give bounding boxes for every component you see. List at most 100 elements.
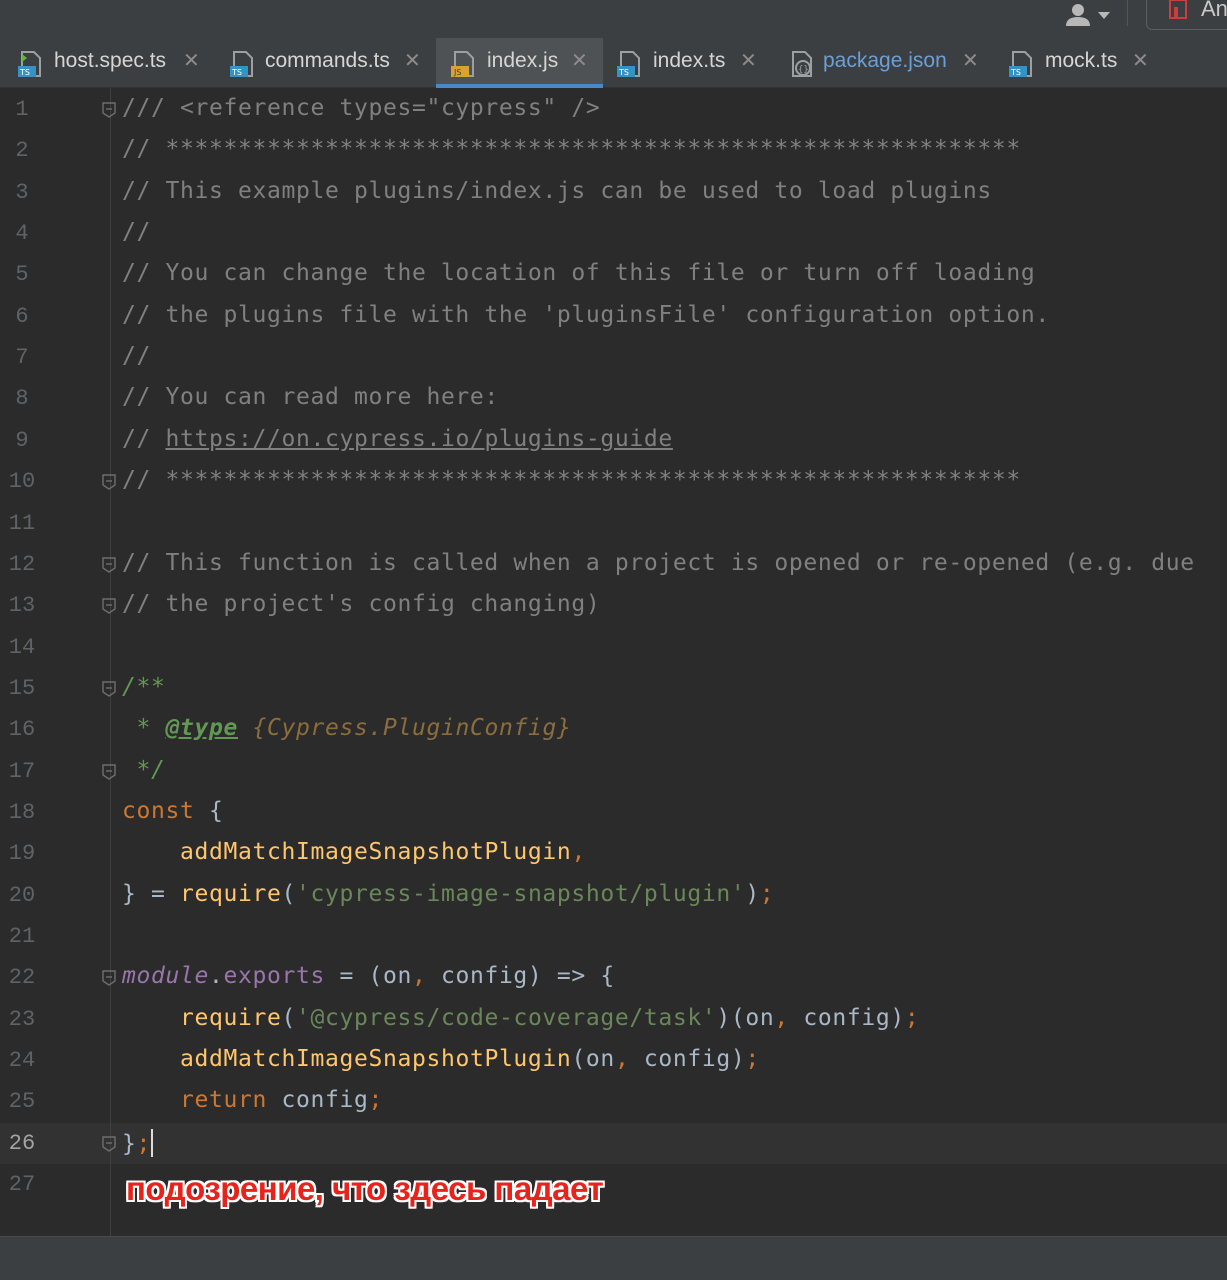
comment-text: // This function is called when a projec… — [122, 550, 1195, 576]
text-cursor — [151, 1129, 153, 1157]
code-line-24[interactable]: addMatchImageSnapshotPlugin(on, config); — [122, 1046, 760, 1072]
comment-text: // the project's config changing) — [122, 591, 601, 617]
code-line-5[interactable]: // You can change the location of this f… — [122, 260, 1035, 286]
line-number[interactable]: 23 — [0, 1007, 44, 1032]
line-number[interactable]: 9 — [0, 428, 44, 453]
line-number[interactable]: 22 — [0, 965, 44, 990]
line-number[interactable]: 4 — [0, 221, 44, 246]
comment-link[interactable]: https://on.cypress.io/plugins-guide — [166, 426, 673, 452]
user-icon[interactable] — [1064, 2, 1114, 32]
editor-tab-bar: TS host.spec.ts ✕ TS commands.ts ✕ JS in… — [0, 38, 1227, 88]
code-line-18[interactable]: const { — [122, 798, 224, 824]
line-number[interactable]: 18 — [0, 800, 44, 825]
current-line-highlight — [0, 1123, 1227, 1164]
run-config-label: An — [1201, 0, 1227, 21]
keyword: return — [180, 1087, 267, 1113]
fold-marker-icon[interactable] — [102, 557, 116, 573]
code-line-10[interactable]: // *************************************… — [122, 467, 1021, 493]
line-number[interactable]: 19 — [0, 841, 44, 866]
fold-marker-icon[interactable] — [102, 970, 116, 986]
close-icon[interactable]: ✕ — [740, 48, 757, 72]
line-number[interactable]: 20 — [0, 883, 44, 908]
code-line-8[interactable]: // You can read more here: — [122, 384, 499, 410]
code-line-26[interactable]: }; — [122, 1129, 153, 1157]
code-line-9[interactable]: // https://on.cypress.io/plugins-guide — [122, 426, 673, 452]
fold-marker-icon[interactable] — [102, 598, 116, 614]
run-configuration-select[interactable]: An — [1146, 0, 1227, 30]
punctuation: ; — [368, 1087, 383, 1113]
code-line-22[interactable]: module.exports = (on, config) => { — [122, 963, 615, 989]
fold-marker-icon[interactable] — [102, 474, 116, 490]
line-number[interactable]: 17 — [0, 759, 44, 784]
line-number[interactable]: 1 — [0, 97, 44, 122]
typescript-file-icon: TS — [230, 50, 256, 78]
code-line-17[interactable]: */ — [122, 757, 166, 783]
module-keyword: module — [122, 963, 209, 989]
close-icon[interactable]: ✕ — [962, 48, 979, 72]
code-line-20[interactable]: } = require('cypress-image-snapshot/plug… — [122, 881, 774, 907]
line-number[interactable]: 5 — [0, 262, 44, 287]
code-line-4[interactable]: // — [122, 219, 151, 245]
fold-marker-icon[interactable] — [102, 1136, 116, 1152]
typescript-file-icon: TS — [617, 50, 643, 78]
line-number[interactable]: 14 — [0, 635, 44, 660]
code-text: ) — [745, 881, 760, 907]
line-number[interactable]: 10 — [0, 469, 44, 494]
code-line-19[interactable]: addMatchImageSnapshotPlugin, — [122, 839, 586, 865]
code-line-12[interactable]: // This function is called when a projec… — [122, 550, 1195, 576]
tab-host-spec-ts[interactable]: TS host.spec.ts ✕ — [0, 38, 212, 88]
line-number[interactable]: 3 — [0, 180, 44, 205]
line-number[interactable]: 11 — [0, 511, 44, 536]
code-line-1[interactable]: /// <reference types="cypress" /> — [122, 95, 600, 121]
code-line-25[interactable]: return config; — [122, 1087, 383, 1113]
comment-text: /// <reference types="cypress" /> — [122, 95, 601, 121]
tab-index-js[interactable]: JS index.js ✕ — [436, 38, 603, 88]
tab-package-json[interactable]: {} package.json ✕ — [773, 38, 995, 88]
code-line-23[interactable]: require('@cypress/code-coverage/task')(o… — [122, 1005, 919, 1031]
svg-text:{}: {} — [798, 65, 809, 75]
doc-tag: @type — [165, 715, 238, 741]
fold-marker-icon[interactable] — [102, 681, 116, 697]
close-icon[interactable]: ✕ — [183, 48, 200, 72]
line-number[interactable]: 6 — [0, 304, 44, 329]
close-icon[interactable]: ✕ — [1132, 48, 1149, 72]
tab-label: package.json — [823, 49, 947, 72]
line-number[interactable]: 13 — [0, 593, 44, 618]
function-name: require — [180, 881, 282, 907]
line-number[interactable]: 26 — [0, 1131, 44, 1156]
property-name: exports — [223, 963, 325, 989]
line-number[interactable]: 25 — [0, 1089, 44, 1114]
top-toolbar: An — [0, 0, 1227, 38]
code-line-7[interactable]: // — [122, 343, 151, 369]
json-file-icon: {} — [789, 50, 815, 78]
tab-mock-ts[interactable]: TS mock.ts ✕ — [995, 38, 1165, 88]
code-line-3[interactable]: // This example plugins/index.js can be … — [122, 178, 992, 204]
line-number[interactable]: 8 — [0, 386, 44, 411]
line-number[interactable]: 12 — [0, 552, 44, 577]
run-config-icon — [1169, 0, 1187, 19]
code-text: . — [208, 963, 224, 989]
line-number[interactable]: 27 — [0, 1172, 44, 1197]
code-line-2[interactable]: // *************************************… — [122, 136, 1021, 162]
status-bar — [0, 1236, 1227, 1280]
fold-marker-icon[interactable] — [102, 764, 116, 780]
comment-text: // You can change the location of this f… — [122, 260, 1036, 286]
line-number[interactable]: 24 — [0, 1048, 44, 1073]
line-number[interactable]: 16 — [0, 717, 44, 742]
line-number[interactable]: 21 — [0, 924, 44, 949]
typescript-test-file-icon: TS — [18, 50, 44, 78]
close-icon[interactable]: ✕ — [571, 48, 588, 72]
code-line-16[interactable]: * @type {Cypress.PluginConfig} — [122, 715, 571, 741]
code-text: } = — [122, 881, 180, 907]
line-number[interactable]: 2 — [0, 138, 44, 163]
close-icon[interactable]: ✕ — [404, 48, 421, 72]
svg-text:TS: TS — [19, 68, 30, 77]
tab-index-ts[interactable]: TS index.ts ✕ — [603, 38, 773, 88]
tab-commands-ts[interactable]: TS commands.ts ✕ — [212, 38, 436, 88]
fold-marker-icon[interactable] — [102, 102, 116, 118]
code-line-13[interactable]: // the project's config changing) — [122, 591, 600, 617]
code-line-15[interactable]: /** — [122, 674, 166, 700]
code-line-6[interactable]: // the plugins file with the 'pluginsFil… — [122, 302, 1050, 328]
line-number[interactable]: 15 — [0, 676, 44, 701]
line-number[interactable]: 7 — [0, 345, 44, 370]
